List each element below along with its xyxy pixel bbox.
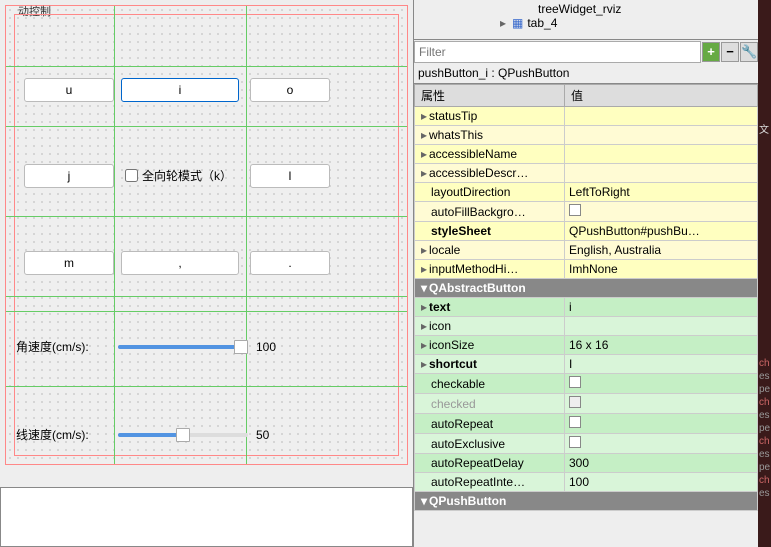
- terminal-snippet: 文 ch es pe ch es pe ch es pe ch es: [758, 0, 771, 547]
- linear-speed-value: 50: [256, 428, 296, 442]
- prop-autorepeat[interactable]: autoRepeat: [415, 414, 758, 434]
- angular-speed-row: 角速度(cm/s): 100: [16, 338, 296, 355]
- prop-checkable[interactable]: checkable: [415, 374, 758, 394]
- checkbox-icon[interactable]: [569, 204, 581, 216]
- prop-stylesheet[interactable]: styleSheetQPushButton#pushBu…: [415, 222, 758, 241]
- prop-autoexclusive[interactable]: autoExclusive: [415, 434, 758, 454]
- tree-item-treewidget[interactable]: treeWidget_rviz: [418, 2, 754, 16]
- prop-whatsthis[interactable]: ▸whatsThis: [415, 126, 758, 145]
- prop-statustip[interactable]: ▸statusTip: [415, 107, 758, 126]
- checkbox-k-label: 全向轮模式（k）: [142, 167, 232, 184]
- checkbox-icon: [569, 396, 581, 408]
- prop-locale[interactable]: ▸localeEnglish, Australia: [415, 241, 758, 260]
- checkbox-k-input[interactable]: [125, 169, 138, 182]
- prop-iconsize[interactable]: ▸iconSize16 x 16: [415, 336, 758, 355]
- button-m[interactable]: m: [24, 251, 114, 275]
- checkbox-omni-mode[interactable]: 全向轮模式（k）: [121, 166, 232, 185]
- button-l[interactable]: l: [250, 164, 330, 188]
- prop-autorepeatdelay[interactable]: autoRepeatDelay300: [415, 454, 758, 473]
- prop-icon[interactable]: ▸icon: [415, 317, 758, 336]
- section-qpushbutton[interactable]: ▾QPushButton: [415, 492, 758, 511]
- button-j[interactable]: j: [24, 164, 114, 188]
- prop-accessibledesc[interactable]: ▸accessibleDescr…: [415, 164, 758, 183]
- tree-item-tab4[interactable]: ▸▦ tab_4: [418, 16, 754, 30]
- filter-row: + − 🔧: [414, 40, 758, 64]
- section-qabstractbutton[interactable]: ▾QAbstractButton: [415, 279, 758, 298]
- prop-checked: checked: [415, 394, 758, 414]
- bottom-panel: [0, 487, 413, 547]
- prop-autofillbg[interactable]: autoFillBackgro…: [415, 202, 758, 222]
- group-title: 动控制: [18, 3, 51, 19]
- prop-inputmethodhints[interactable]: ▸inputMethodHi…ImhNone: [415, 260, 758, 279]
- button-o[interactable]: o: [250, 78, 330, 102]
- linear-speed-slider[interactable]: [118, 433, 248, 437]
- button-period[interactable]: .: [250, 251, 330, 275]
- filter-input[interactable]: [414, 41, 701, 63]
- add-property-button[interactable]: +: [702, 42, 720, 62]
- angular-speed-slider[interactable]: [118, 345, 248, 349]
- header-value: 值: [565, 85, 758, 107]
- selected-object-label: pushButton_i : QPushButton: [414, 64, 758, 84]
- prop-autorepeatinterval[interactable]: autoRepeatInte…100: [415, 473, 758, 492]
- property-panel: treeWidget_rviz ▸▦ tab_4 + − 🔧 pushButto…: [413, 0, 758, 547]
- remove-property-button[interactable]: −: [721, 42, 739, 62]
- button-comma[interactable]: ,: [121, 251, 239, 275]
- object-tree[interactable]: treeWidget_rviz ▸▦ tab_4: [414, 0, 758, 40]
- angular-speed-label: 角速度(cm/s):: [16, 338, 110, 355]
- header-property: 属性: [415, 85, 565, 107]
- prop-shortcut[interactable]: ▸shortcutI: [415, 355, 758, 374]
- form-designer[interactable]: 动控制 u i o j 全向轮模式（k） l m , . 角速度(cm/s): …: [5, 5, 408, 465]
- linear-speed-row: 线速度(cm/s): 50: [16, 426, 296, 443]
- configure-button[interactable]: 🔧: [740, 42, 758, 62]
- angular-speed-value: 100: [256, 340, 296, 354]
- checkbox-icon[interactable]: [569, 376, 581, 388]
- property-table: 属性 值 ▸statusTip ▸whatsThis ▸accessibleNa…: [414, 84, 758, 511]
- property-header-row: 属性 值: [415, 85, 758, 107]
- button-i[interactable]: i: [121, 78, 239, 102]
- button-u[interactable]: u: [24, 78, 114, 102]
- checkbox-icon[interactable]: [569, 416, 581, 428]
- checkbox-icon[interactable]: [569, 436, 581, 448]
- linear-speed-label: 线速度(cm/s):: [16, 426, 110, 443]
- prop-accessiblename[interactable]: ▸accessibleName: [415, 145, 758, 164]
- prop-text[interactable]: ▸texti: [415, 298, 758, 317]
- prop-layoutdirection[interactable]: layoutDirectionLeftToRight: [415, 183, 758, 202]
- designer-panel: 动控制 u i o j 全向轮模式（k） l m , . 角速度(cm/s): …: [0, 0, 413, 547]
